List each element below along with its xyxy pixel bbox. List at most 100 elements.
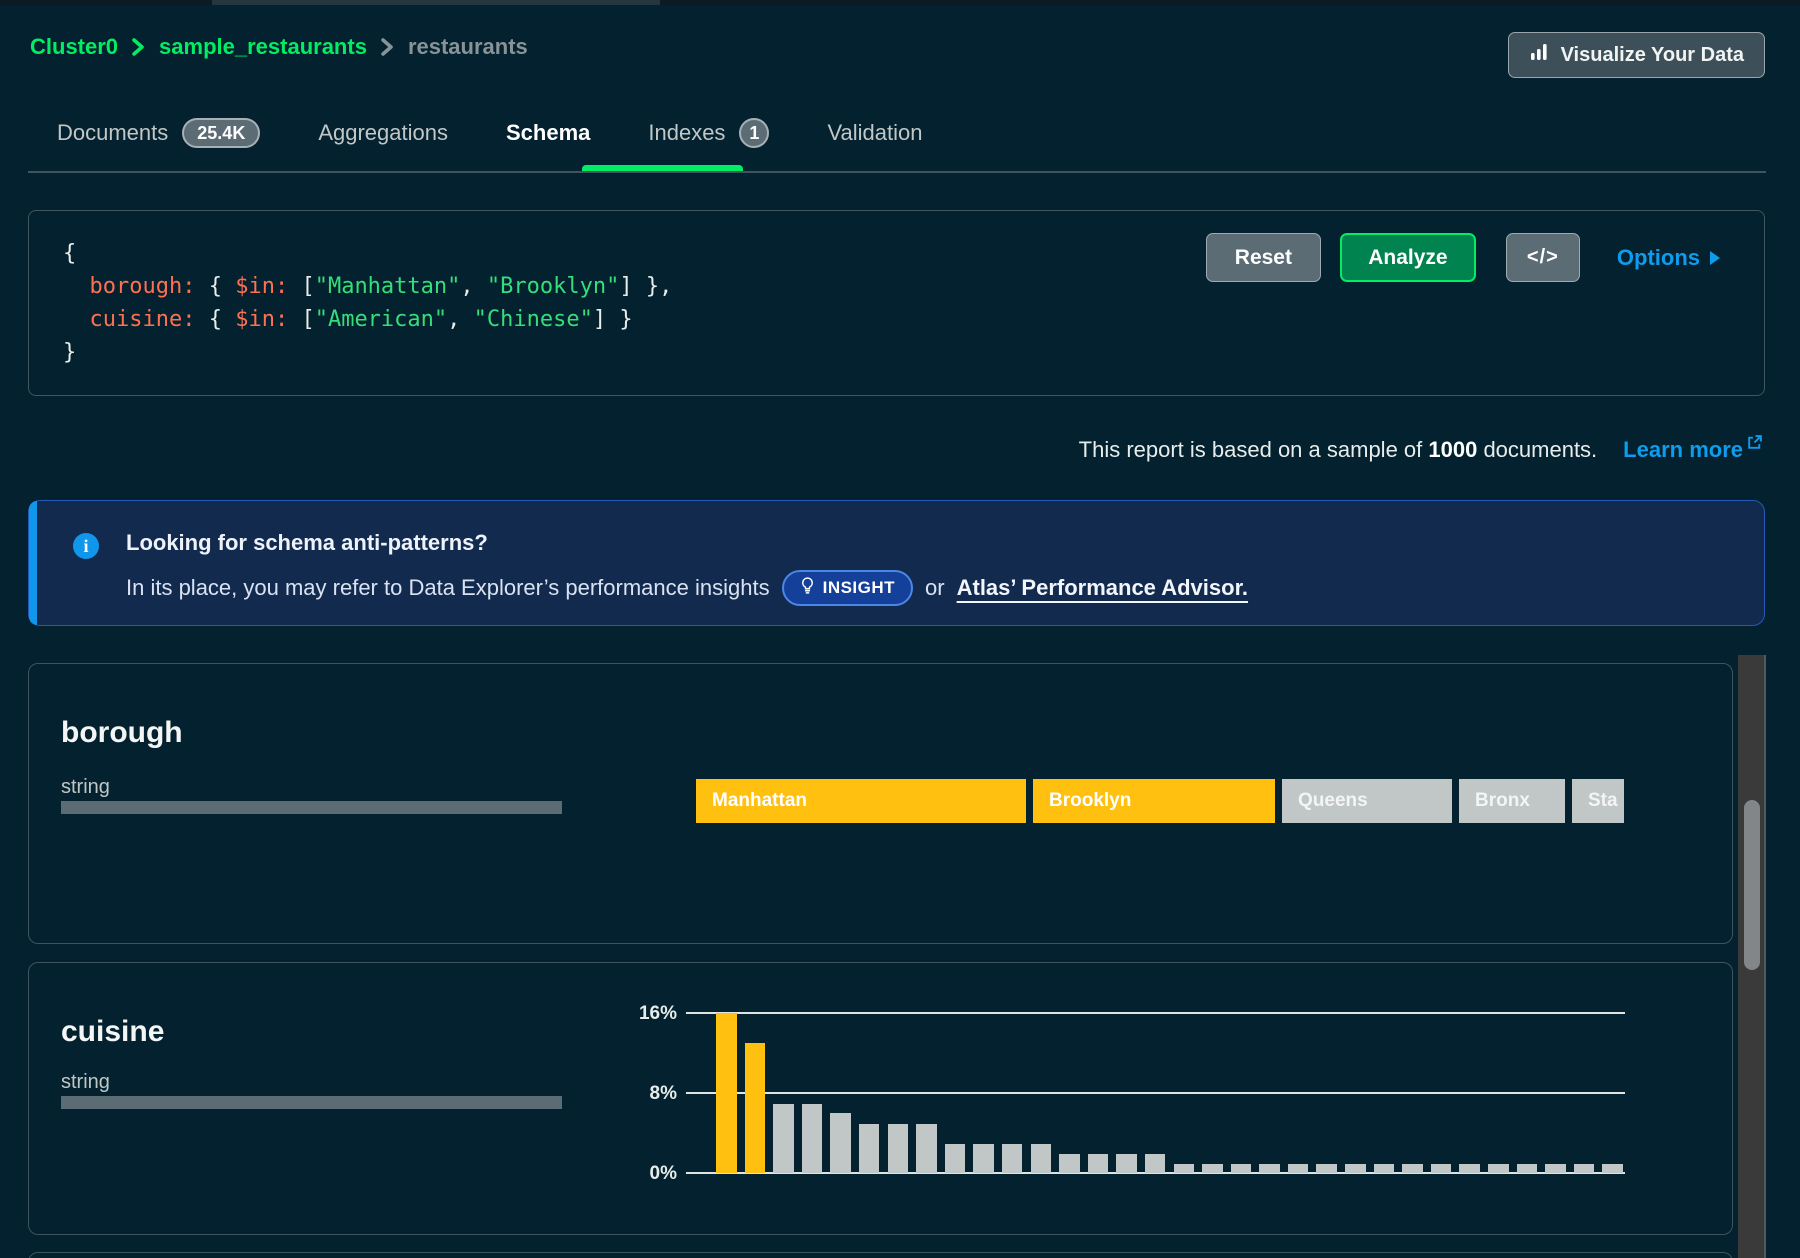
cuisine-bar-18[interactable] [1231, 1164, 1252, 1173]
cuisine-bars [716, 1012, 1623, 1173]
cuisine-bar-3[interactable] [802, 1104, 823, 1173]
next-field-card-edge [28, 1252, 1733, 1258]
banner-body-text: In its place, you may refer to Data Expl… [126, 575, 770, 601]
cuisine-bar-7[interactable] [916, 1124, 937, 1173]
cuisine-bar-2[interactable] [773, 1104, 794, 1173]
banner-title: Looking for schema anti-patterns? [126, 530, 488, 556]
cuisine-bar-10[interactable] [1002, 1144, 1023, 1173]
cuisine-bar-27[interactable] [1488, 1164, 1509, 1173]
cuisine-bar-26[interactable] [1459, 1164, 1480, 1173]
chevron-right-icon [380, 37, 395, 57]
value-bar-queens[interactable]: Queens [1282, 779, 1452, 823]
field-type-label[interactable]: string [61, 1071, 110, 1094]
tab-label: Aggregations [318, 120, 448, 146]
field-name: cuisine [61, 1015, 164, 1049]
cuisine-bar-25[interactable] [1431, 1164, 1452, 1173]
breadcrumb-database[interactable]: sample_restaurants [159, 34, 367, 60]
cuisine-bar-20[interactable] [1288, 1164, 1309, 1173]
value-bar-manhattan[interactable]: Manhattan [696, 779, 1026, 823]
breadcrumb-collection: restaurants [408, 34, 528, 60]
cuisine-bar-22[interactable] [1345, 1164, 1366, 1173]
performance-advisor-link[interactable]: Atlas’ Performance Advisor. [957, 575, 1248, 601]
breadcrumb: Cluster0 sample_restaurants restaurants [30, 34, 528, 60]
value-bar-label: Manhattan [712, 790, 807, 812]
cuisine-bar-24[interactable] [1402, 1164, 1423, 1173]
cuisine-bar-30[interactable] [1574, 1164, 1595, 1173]
tab-documents[interactable]: Documents25.4K [57, 118, 260, 148]
anti-pattern-banner: i Looking for schema anti-patterns? In i… [28, 500, 1765, 626]
query-code-line: borough: { $in: ["Manhattan", "Brooklyn"… [63, 270, 672, 303]
cuisine-bar-19[interactable] [1259, 1164, 1280, 1173]
triangle-right-icon [1710, 251, 1720, 265]
cuisine-bar-16[interactable] [1174, 1164, 1195, 1173]
cuisine-bar-0[interactable] [716, 1013, 737, 1173]
tab-bar: Documents25.4K Aggregations Schema Indexes 1… [57, 104, 922, 162]
analyze-button[interactable]: Analyze [1340, 233, 1476, 282]
code-toggle-button[interactable]: </> [1506, 233, 1580, 282]
field-type-distribution-bar[interactable] [61, 1096, 562, 1109]
window-tab-edge [212, 0, 660, 5]
window-top-edge [0, 0, 1800, 5]
field-type-label[interactable]: string [61, 776, 110, 799]
tab-validation[interactable]: Validation [827, 120, 922, 146]
visualize-your-data-button[interactable]: Visualize Your Data [1508, 32, 1765, 78]
query-code-line: cuisine: { $in: ["American", "Chinese"] … [63, 303, 672, 336]
cuisine-bar-9[interactable] [973, 1144, 994, 1173]
value-bar-sta[interactable]: Sta [1572, 779, 1624, 823]
breadcrumb-cluster[interactable]: Cluster0 [30, 34, 118, 60]
cuisine-bar-11[interactable] [1031, 1144, 1052, 1173]
tab-label: Schema [506, 120, 590, 146]
tab-count-badge: 1 [739, 118, 769, 148]
cuisine-bar-1[interactable] [745, 1043, 766, 1173]
value-bar-bronx[interactable]: Bronx [1459, 779, 1565, 823]
cuisine-bar-28[interactable] [1517, 1164, 1538, 1173]
field-type-distribution-bar[interactable] [61, 801, 562, 814]
reset-button[interactable]: Reset [1206, 233, 1321, 282]
query-bar: { borough: { $in: ["Manhattan", "Brookly… [28, 210, 1765, 396]
scrollbar-track[interactable] [1738, 655, 1766, 1258]
value-bar-label: Queens [1298, 790, 1368, 812]
insight-badge-label: INSIGHT [823, 578, 895, 598]
cuisine-bar-5[interactable] [859, 1124, 880, 1173]
cuisine-bar-15[interactable] [1145, 1154, 1166, 1173]
cuisine-bar-17[interactable] [1202, 1164, 1223, 1173]
cuisine-bar-8[interactable] [945, 1144, 966, 1173]
value-bar-label: Bronx [1475, 790, 1530, 812]
cuisine-bar-12[interactable] [1059, 1154, 1080, 1173]
tab-label: Indexes [648, 120, 725, 146]
info-icon: i [73, 533, 99, 559]
external-link-icon [1746, 431, 1763, 457]
visualize-button-label: Visualize Your Data [1561, 44, 1744, 67]
code-brackets-icon: </> [1527, 246, 1559, 269]
sample-note: This report is based on a sample of 1000… [1079, 437, 1763, 463]
cuisine-bar-4[interactable] [830, 1113, 851, 1173]
query-editor[interactable]: { borough: { $in: ["Manhattan", "Brookly… [63, 237, 672, 369]
ytick-8: 8% [589, 1083, 677, 1105]
options-link[interactable]: Options [1617, 245, 1720, 271]
tab-indexes[interactable]: Indexes 1 [648, 118, 769, 148]
query-actions: Reset Analyze </> Options [1206, 233, 1720, 282]
cuisine-bar-31[interactable] [1602, 1164, 1623, 1173]
options-label: Options [1617, 245, 1700, 271]
cuisine-bar-29[interactable] [1545, 1164, 1566, 1173]
query-code-line: } [63, 336, 672, 369]
insight-badge[interactable]: INSIGHT [782, 570, 913, 606]
scrollbar-thumb[interactable] [1744, 800, 1760, 970]
tab-count-badge: 25.4K [182, 118, 260, 148]
sample-note-text: This report is based on a sample of 1000… [1079, 437, 1598, 463]
tab-aggregations[interactable]: Aggregations [318, 120, 448, 146]
query-code-line: { [63, 237, 672, 270]
cuisine-bar-23[interactable] [1374, 1164, 1395, 1173]
ytick-0: 0% [589, 1163, 677, 1185]
learn-more-link[interactable]: Learn more [1623, 437, 1763, 463]
field-card-borough: borough string ManhattanBrooklynQueensBr… [28, 663, 1733, 944]
lightbulb-icon [800, 577, 815, 599]
cuisine-bar-21[interactable] [1316, 1164, 1337, 1173]
cuisine-bar-14[interactable] [1116, 1154, 1137, 1173]
value-bar-brooklyn[interactable]: Brooklyn [1033, 779, 1275, 823]
cuisine-bar-6[interactable] [888, 1124, 909, 1173]
tab-schema[interactable]: Schema [506, 120, 590, 146]
banner-accent-stripe [29, 501, 37, 625]
field-card-cuisine: cuisine string 16% 8% 0% [28, 962, 1733, 1235]
cuisine-bar-13[interactable] [1088, 1154, 1109, 1173]
